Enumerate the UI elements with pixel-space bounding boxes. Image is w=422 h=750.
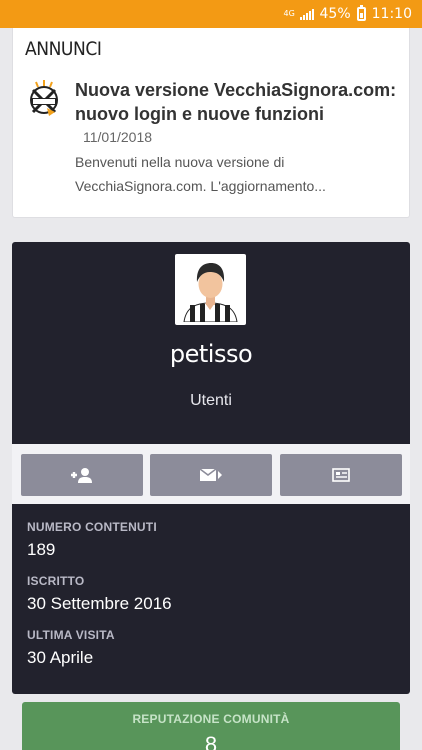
send-message-icon — [199, 468, 222, 481]
announcements-card: ANNUNCI Nuova versione VecchiaSignora.co… — [12, 28, 410, 218]
avatar[interactable] — [175, 254, 246, 325]
id-card-icon — [332, 468, 350, 482]
reputation-label: REPUTAZIONE COMUNITÀ — [132, 712, 290, 726]
reputation-box: REPUTAZIONE COMUNITÀ 8 — [22, 702, 400, 750]
profile-group: Utenti — [190, 392, 232, 409]
battery-percent: 45% — [319, 6, 351, 22]
status-bar: 4G 45% 11:10 — [0, 0, 422, 28]
profile-actions — [12, 444, 410, 504]
announcement-date: 11/01/2018 — [83, 129, 153, 145]
profile-username: petisso — [169, 340, 253, 368]
announcement-excerpt: Benvenuti nella nuova versione di Vecchi… — [75, 154, 326, 194]
battery-icon — [356, 5, 366, 21]
signal-icon — [299, 8, 314, 20]
stat-value: 189 — [27, 540, 56, 559]
stat-label: ISCRITTO — [27, 574, 85, 588]
profile-card: petisso Utenti NUMERO CONTENUTI 189 ISCR… — [12, 242, 410, 694]
user-avatar-icon — [178, 257, 243, 322]
announcement-title-link[interactable]: Nuova versione VecchiaSignora.com: nuovo… — [75, 78, 400, 126]
announcements-heading: ANNUNCI — [25, 38, 102, 60]
stat-label: NUMERO CONTENUTI — [27, 520, 157, 534]
stat-label: ULTIMA VISITA — [27, 628, 115, 642]
reputation-value: 8 — [204, 732, 218, 750]
add-friend-icon — [71, 468, 92, 483]
profile-card-button[interactable] — [280, 454, 402, 496]
add-friend-button[interactable] — [21, 454, 143, 496]
vecchiasignora-logo-icon[interactable] — [27, 80, 61, 118]
network-type: 4G — [283, 9, 295, 18]
stat-value: 30 Aprile — [27, 648, 94, 667]
stat-value: 30 Settembre 2016 — [27, 594, 172, 613]
send-message-button[interactable] — [150, 454, 272, 496]
clock: 11:10 — [371, 6, 412, 22]
